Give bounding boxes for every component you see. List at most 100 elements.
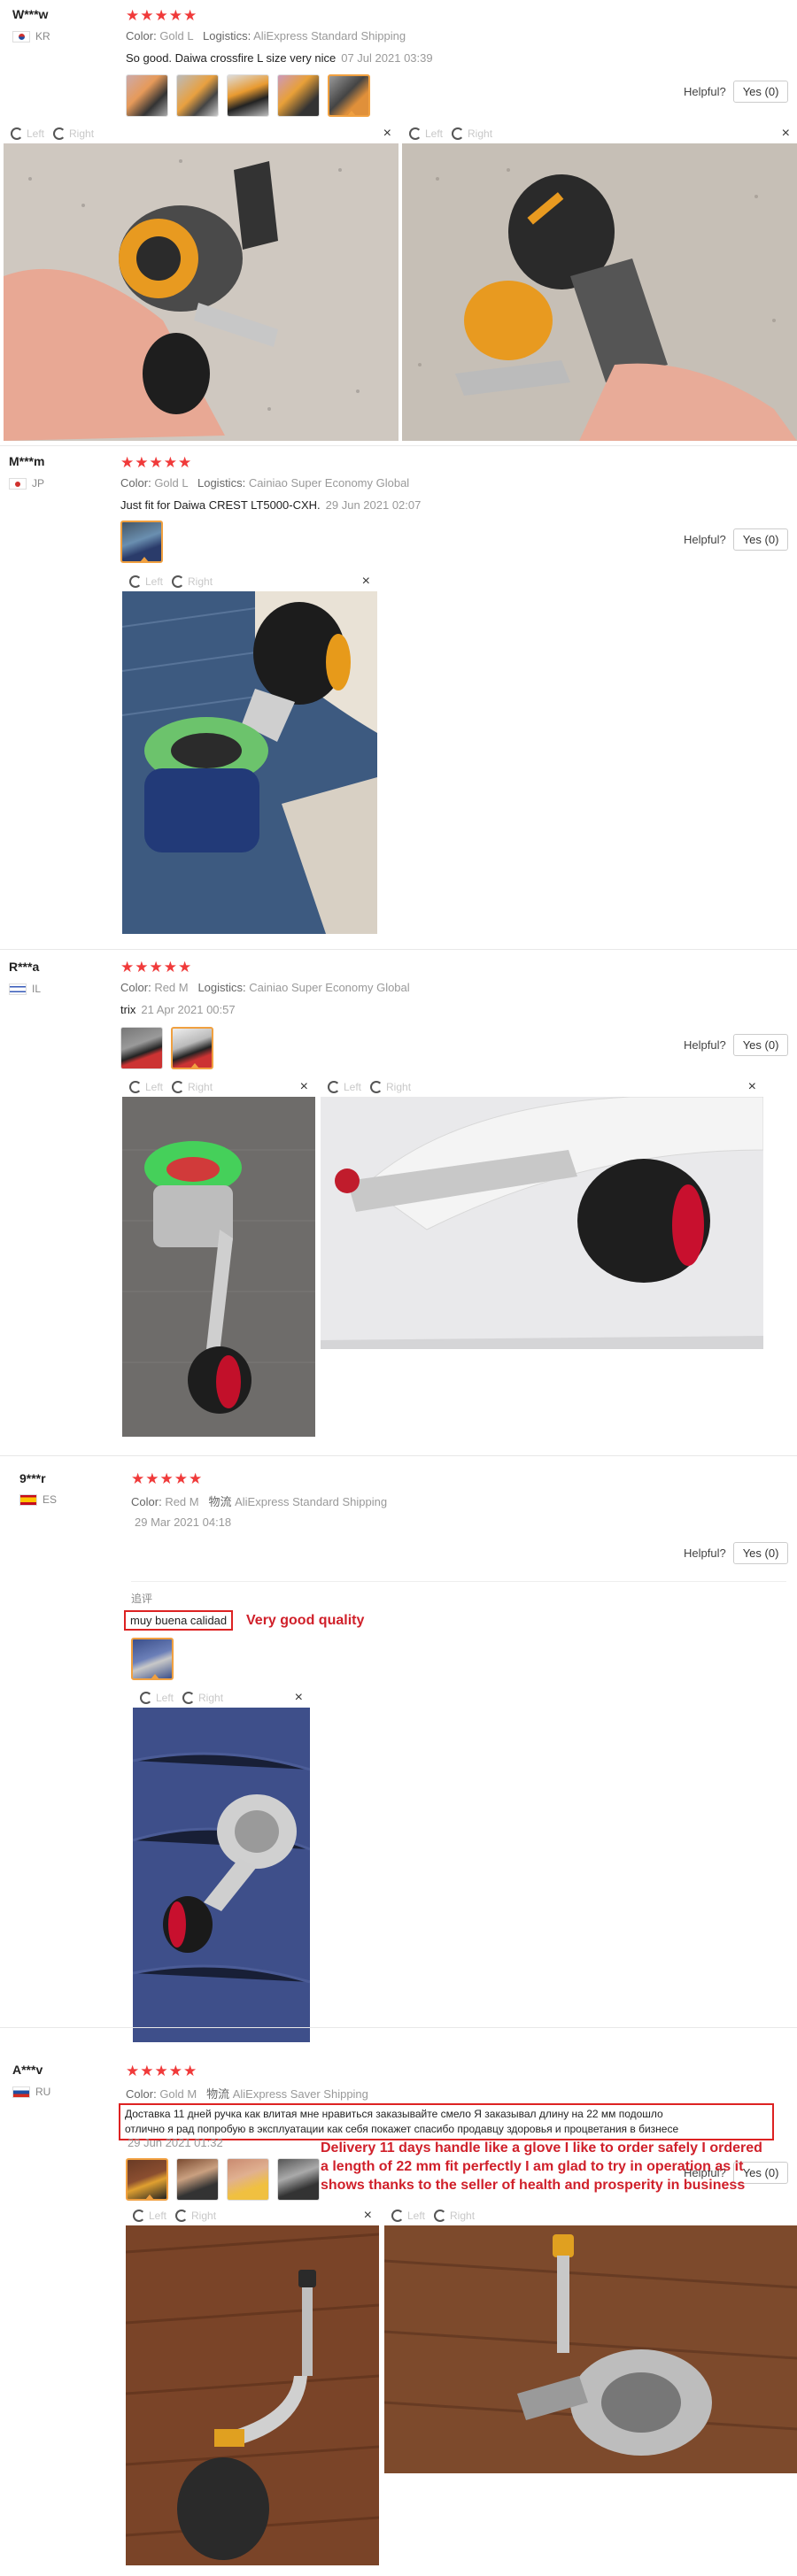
rotate-left-button[interactable]: Left	[129, 1081, 163, 1093]
photo-thumbnails	[120, 1027, 213, 1069]
rotate-left-button[interactable]: Left	[140, 1692, 174, 1704]
viewer-toolbar: Left Right	[384, 2206, 797, 2225]
photo-thumbnail-selected[interactable]	[171, 1027, 213, 1069]
photo-thumbnail[interactable]	[277, 74, 320, 117]
rotate-right-button[interactable]: Right	[172, 1081, 213, 1093]
photo-thumbnail[interactable]	[277, 2158, 320, 2201]
helpful-yes-button[interactable]: Yes (0)	[732, 1034, 789, 1056]
viewer-toolbar: Left Right ×	[122, 572, 377, 591]
review-photo	[4, 143, 398, 441]
reviewer-country: RU	[12, 2086, 50, 2098]
photo-thumbnails	[126, 74, 370, 117]
close-icon[interactable]: ×	[364, 2208, 372, 2224]
rotate-right-label: Right	[450, 2210, 476, 2222]
review-photo-image	[321, 1097, 763, 1349]
photo-viewer: Left Right ×	[4, 124, 398, 441]
rotate-left-label: Left	[407, 2210, 426, 2222]
viewer-toolbar: Left Right ×	[321, 1077, 763, 1097]
viewer-toolbar: Left Right ×	[133, 1688, 310, 1708]
viewer-toolbar: Left Right ×	[126, 2206, 379, 2225]
photo-viewer: Left Right ×	[122, 1077, 315, 1437]
review-date: 07 Jul 2021 03:39	[341, 51, 433, 65]
rotate-left-button[interactable]: Left	[11, 127, 44, 140]
rotate-left-button[interactable]: Left	[328, 1081, 361, 1093]
helpful-label: Helpful?	[684, 85, 726, 98]
review-photo-image	[384, 2225, 797, 2473]
review-translation-line: shows thanks to the seller of health and…	[321, 2178, 746, 2193]
star-rating: ★★★★★	[126, 2063, 198, 2079]
rotate-left-button[interactable]: Left	[409, 127, 443, 140]
rotate-left-label: Left	[156, 1692, 174, 1704]
rotate-left-button[interactable]: Left	[391, 2210, 425, 2222]
logistics-label: Logistics:	[197, 476, 246, 490]
sku-info: Color: Red M 物流 AliExpress Standard Ship…	[131, 1492, 387, 1509]
viewer-toolbar: Left Right ×	[122, 1077, 315, 1097]
logistics-label: Logistics:	[197, 981, 246, 994]
review-photo	[133, 1708, 310, 2042]
helpful-yes-button[interactable]: Yes (0)	[732, 1542, 789, 1564]
review-card: R***a IL ★★★★★ Color: Red M Logistics: C…	[0, 949, 797, 1454]
review-card: W***w KR ★★★★★ Color: Gold L Logistics: …	[0, 0, 797, 447]
helpful-yes-button[interactable]: Yes (0)	[732, 528, 789, 551]
review-photo-image	[122, 1097, 315, 1437]
review-card: 9***r ES ★★★★★ Color: Red M 物流 AliExpres…	[0, 1455, 797, 2042]
review-date: 29 Jun 2021 02:07	[325, 498, 422, 512]
photo-thumbnail[interactable]	[126, 74, 168, 117]
rotate-right-icon	[452, 127, 465, 140]
review-text-original: Доставка 11 дней ручка как влитая мне нр…	[119, 2103, 774, 2140]
rotate-left-button[interactable]: Left	[133, 2210, 166, 2222]
rotate-right-button[interactable]: Right	[452, 127, 492, 140]
rotate-left-icon	[11, 127, 23, 140]
rotate-right-button[interactable]: Right	[53, 127, 94, 140]
rotate-right-button[interactable]: Right	[434, 2210, 475, 2222]
sku-info: Color: Gold L Logistics: Cainiao Super E…	[120, 476, 409, 490]
photo-viewer: Left Right ×	[321, 1077, 763, 1349]
rotate-right-label: Right	[69, 127, 95, 140]
close-icon[interactable]: ×	[362, 574, 370, 590]
review-date: 29 Jun 2021 01:32	[128, 2136, 223, 2149]
photo-thumbnail[interactable]	[227, 74, 269, 117]
color-label: Color:	[126, 2087, 157, 2101]
review-photo	[402, 143, 797, 441]
photo-thumbnail-selected[interactable]	[328, 74, 370, 117]
close-icon[interactable]: ×	[383, 126, 391, 142]
reviewer-name: A***v	[12, 2063, 43, 2077]
close-icon[interactable]: ×	[300, 1079, 308, 1095]
rotate-left-button[interactable]: Left	[129, 575, 163, 588]
photo-thumbnail[interactable]	[176, 74, 219, 117]
rotate-right-button[interactable]: Right	[182, 1692, 223, 1704]
photo-thumbnail-selected[interactable]	[126, 2158, 168, 2201]
review-text-original: muy buena calidad	[124, 1610, 234, 1631]
close-icon[interactable]: ×	[782, 126, 790, 142]
photo-viewer: Left Right	[384, 2206, 797, 2473]
flag-icon	[12, 30, 30, 42]
rotate-right-button[interactable]: Right	[175, 2210, 216, 2222]
color-value: Red M	[165, 1495, 199, 1508]
star-rating: ★★★★★	[120, 454, 193, 471]
rotate-right-button[interactable]: Right	[370, 1081, 411, 1093]
review-photo-image	[4, 143, 398, 441]
helpful-label: Helpful?	[684, 1546, 726, 1560]
photo-thumbnail[interactable]	[120, 1027, 163, 1069]
color-label: Color:	[126, 29, 157, 42]
review-photo-image	[402, 143, 797, 441]
photo-thumbnail[interactable]	[227, 2158, 269, 2201]
rotate-right-icon	[434, 2210, 447, 2222]
logistics-label: Logistics:	[202, 29, 251, 42]
rotate-left-label: Left	[145, 575, 164, 588]
rotate-right-icon	[370, 1081, 383, 1093]
review-photo-image	[133, 1708, 310, 2042]
close-icon[interactable]: ×	[748, 1079, 756, 1095]
review-translation: Delivery 11 days handle like a glove I l…	[321, 2139, 762, 2194]
review-text-body: So good. Daiwa crossfire L size very nic…	[126, 51, 337, 65]
helpful-yes-button[interactable]: Yes (0)	[732, 81, 789, 103]
review-date: 29 Mar 2021 04:18	[135, 1516, 232, 1529]
review-text-body: trix	[120, 1003, 136, 1016]
photo-thumbnail[interactable]	[176, 2158, 219, 2201]
photo-thumbnail-selected[interactable]	[131, 1638, 174, 1680]
rotate-right-button[interactable]: Right	[172, 575, 213, 588]
color-label: Color:	[131, 1495, 162, 1508]
review-photo-image	[122, 591, 377, 934]
close-icon[interactable]: ×	[295, 1690, 303, 1706]
photo-thumbnail-selected[interactable]	[120, 521, 163, 563]
